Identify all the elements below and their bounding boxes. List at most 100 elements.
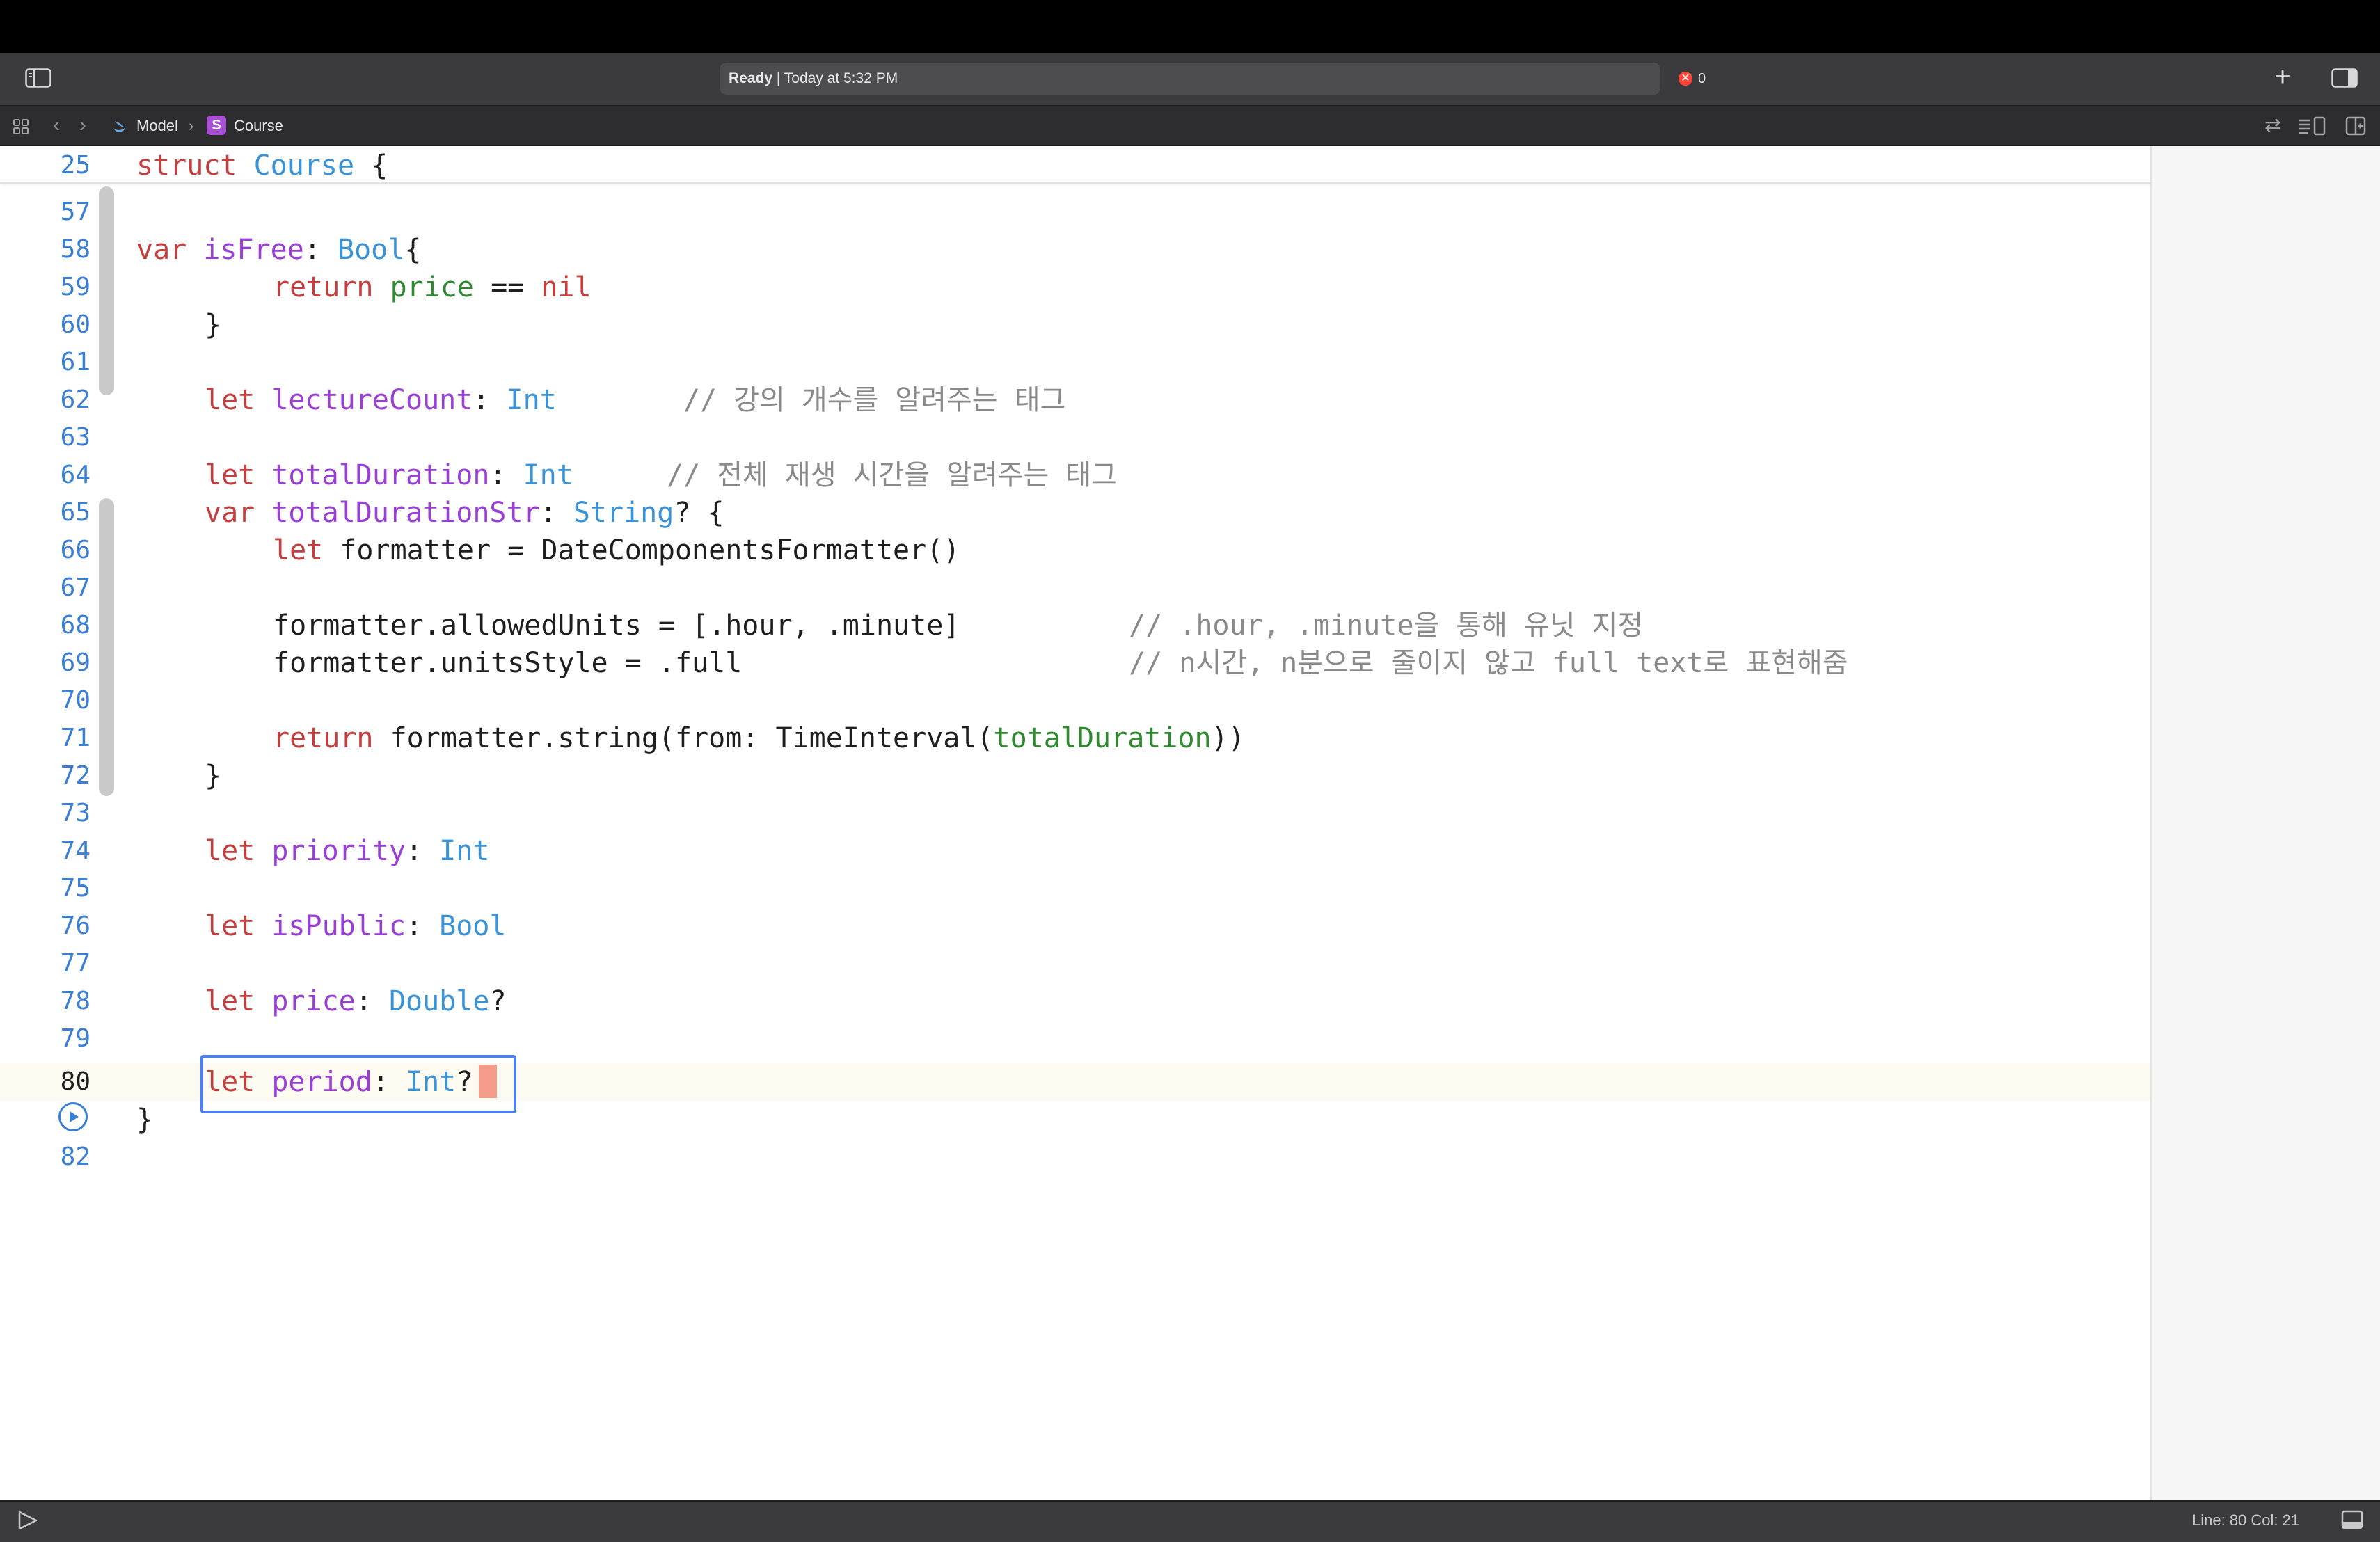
code-line-65: var totalDurationStr: String? { [205,494,724,532]
code-line-80[interactable]: let period: Int? [205,1063,473,1101]
property-name: isPublic [271,910,406,942]
code-line-76: let isPublic: Bool [205,907,507,945]
code-fold-ribbon[interactable] [99,498,114,796]
code-line-66: let formatter = DateComponentsFormatter(… [273,532,960,569]
punctuation: )) [1211,722,1245,754]
code-line-64: let totalDuration: Int [205,456,573,494]
line-number: 70 [60,686,90,715]
keyword: return [273,271,374,303]
code-line-62: let lectureCount: Int [205,381,557,419]
property-name: lectureCount [271,384,473,416]
breadcrumb-course[interactable]: Course [234,116,283,136]
debug-bar [0,1500,2380,1542]
keyword: let [205,459,255,491]
line-number-current: 80 [60,1067,90,1096]
line-number: 62 [60,386,90,414]
code-line-72: } [205,760,222,792]
code-text: formatter.string(from: TimeInterval( [373,722,994,754]
minimap[interactable] [2150,146,2380,1500]
punctuation: : [539,497,573,529]
line-number: 69 [60,649,90,677]
keyword: var [205,497,255,529]
line-number: 65 [60,498,90,527]
code-line-71: return formatter.string(from: TimeInterv… [273,720,1245,757]
line-number: 60 [60,310,90,339]
line-number: 25 [60,151,90,180]
swift-file-icon [111,118,128,134]
keyword: let [205,910,255,942]
related-items-grid-icon[interactable] [13,118,29,135]
status-label: Ready [729,70,773,86]
jump-bar [0,106,2380,146]
line-number: 67 [60,573,90,602]
property-name: price [271,985,356,1017]
type-name: Double [388,985,490,1017]
breadcrumb-model[interactable]: Model [136,116,178,136]
property-name: period [271,1066,372,1098]
code-comment: // 강의 개수를 알려주는 태그 [683,384,1066,416]
line-number: 76 [60,912,90,940]
operator: == [474,271,541,303]
keyword: return [273,722,374,754]
type-name: Bool [439,910,507,942]
punctuation: : [355,985,389,1017]
line-number: 59 [60,273,90,301]
property-name: priority [271,835,406,867]
source-editor[interactable] [0,146,2150,1500]
code-comment: // n시간, n분으로 줄이지 않고 full text로 표현해줌 [1129,647,1848,679]
play-icon[interactable] [15,1510,39,1531]
code-line-58: var isFree: Bool{ [136,231,421,269]
debug-area-toggle-icon[interactable] [2341,1510,2363,1529]
punctuation: ? [489,985,507,1017]
navigator-toggle-icon[interactable] [25,68,51,88]
line-number: 73 [60,799,90,827]
line-number: 72 [60,761,90,790]
code-comment: // .hour, .minute을 통해 유닛 지정 [1129,610,1644,642]
type-name: Int [439,835,490,867]
chevron-left-icon[interactable]: ‹ [53,114,67,136]
code-line-60: } [205,309,222,341]
line-number: 71 [60,724,90,752]
sticky-struct-declaration: struct Course { [136,147,388,184]
line-number: 64 [60,461,90,489]
type-name: Int [523,459,573,491]
code-fold-ribbon[interactable] [99,186,114,395]
keyword: let [205,985,255,1017]
chevron-right-icon[interactable]: › [79,114,93,136]
line-number: 58 [60,235,90,264]
identifier: totalDuration [993,722,1212,754]
status-separator: | [772,70,784,86]
text-cursor [479,1065,497,1098]
punctuation: : [372,1066,406,1098]
line-number: 63 [60,423,90,452]
type-name: Course [253,150,355,182]
line-number: 78 [60,987,90,1015]
error-count[interactable]: 0 [1698,70,1706,87]
punctuation: ? [456,1066,473,1098]
property-name: totalDurationStr [271,497,540,529]
keyword: let [205,835,255,867]
editor-options-icon[interactable] [2298,116,2326,136]
type-name: Int [406,1066,457,1098]
code-line-78: let price: Double? [205,983,507,1020]
line-number: 68 [60,611,90,639]
add-editor-icon[interactable] [2345,116,2366,136]
run-marker-icon[interactable] [58,1102,88,1131]
keyword: let [205,1066,255,1098]
property-name: totalDuration [271,459,490,491]
punctuation: : [406,835,440,867]
punctuation: ? { [674,497,724,529]
error-icon[interactable]: ✕ [1679,72,1692,86]
code-text: formatter = DateComponentsFormatter() [323,534,960,566]
code-line-74: let priority: Int [205,832,489,870]
keyword: let [205,384,255,416]
add-icon[interactable]: + [2269,63,2296,90]
inspector-toggle-icon[interactable] [2331,68,2358,88]
line-number: 82 [60,1143,90,1171]
type-name: Int [506,384,557,416]
identifier: price [390,271,475,303]
code-line-68: formatter.allowedUnits = [.hour, .minute… [273,610,960,642]
swap-arrows-icon[interactable]: ⇄ [2264,116,2284,135]
line-number: 74 [60,836,90,865]
